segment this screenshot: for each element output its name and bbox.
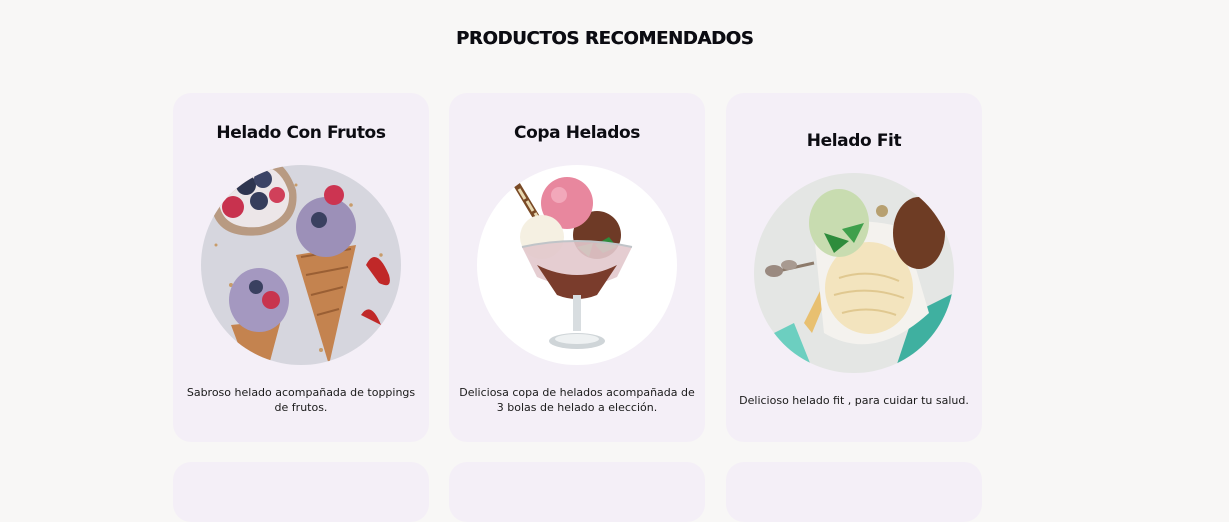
ice-cream-sundae-cup-image [477,165,677,365]
product-card-row2-2[interactable] [449,462,705,522]
product-description: Sabroso helado acompañada de toppings de… [186,386,416,414]
ice-cream-cones-berries-image [201,165,401,365]
product-card-row2-3[interactable] [726,462,982,522]
product-description: Deliciosa copa de helados acompañada de … [459,386,695,414]
product-title: Copa Helados [514,123,640,143]
product-title: Helado Con Frutos [216,123,386,143]
ice-cream-bowl-image [754,173,954,373]
product-card-helado-con-frutos[interactable]: Helado Con Frutos Sabroso helado acompañ… [173,93,429,442]
product-description: Delicioso helado fit , para cuidar tu sa… [739,394,969,407]
product-card-copa-helados[interactable]: Copa Helados Deliciosa copa de helados a… [449,93,705,442]
product-card-row2-1[interactable] [173,462,429,522]
product-card-helado-fit[interactable]: Helado Fit Delicioso helado fit , para c… [726,93,982,442]
product-title: Helado Fit [806,131,902,151]
section-title: PRODUCTOS RECOMENDADOS [456,28,754,49]
